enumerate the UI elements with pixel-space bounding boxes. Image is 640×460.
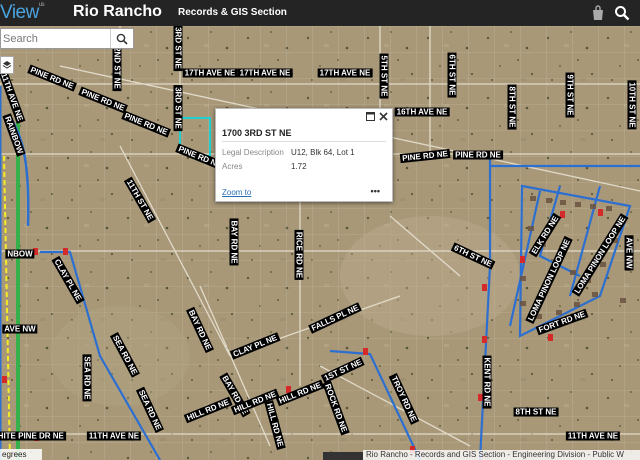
street-label: 5TH ST NE: [379, 53, 389, 99]
street-label: RICE RD NE: [294, 229, 304, 281]
street-label: 11TH AVE NE: [86, 431, 142, 441]
street-label: NBOW: [5, 249, 35, 259]
street-label: SEA RD NE: [82, 354, 92, 402]
layers-button[interactable]: [0, 56, 14, 74]
dock-icon: [366, 112, 375, 121]
field-label-acres: Acres: [222, 162, 243, 171]
app-root: 17TH AVE NE 17TH AVE NE 17TH AVE NE 16TH AV…: [0, 0, 640, 460]
popup-more-button[interactable]: •••: [371, 186, 380, 196]
popup-dock-button[interactable]: [365, 111, 376, 122]
street-label: 8TH ST NE: [507, 84, 517, 130]
street-label: 16TH AVE NE: [394, 107, 450, 117]
close-icon: [379, 112, 388, 121]
street-label: KENT RD NE: [482, 355, 492, 409]
street-label: 3RD ST NE: [173, 85, 183, 131]
search-tool-button[interactable]: [612, 3, 632, 23]
field-value-acres: 1.72: [291, 162, 307, 171]
street-label: 2ND ST NE: [112, 45, 122, 91]
bag-icon: [593, 5, 603, 20]
overview-toggle[interactable]: [323, 452, 363, 460]
search-button[interactable]: [110, 29, 133, 48]
logo-text: View: [0, 2, 39, 23]
street-label: 11TH AVE NE: [565, 431, 621, 441]
street-label: 6TH ST NE: [447, 52, 457, 98]
layers-icon: [2, 61, 12, 69]
popup-close-button[interactable]: [378, 111, 389, 122]
street-label: 9TH ST NE: [565, 72, 575, 118]
popup-title: 1700 3RD ST NE: [222, 128, 292, 138]
street-label: 3RD ST NE: [173, 25, 183, 71]
street-label: BAY RD NE: [229, 218, 239, 266]
street-label: 17TH AVE NE: [182, 68, 238, 78]
logo-sup: us: [38, 2, 45, 8]
zoom-to-link[interactable]: Zoom to: [222, 188, 251, 197]
street-label: 17TH AVE NE: [237, 68, 293, 78]
search-box: [0, 28, 134, 49]
bookmark-button[interactable]: [588, 3, 608, 23]
street-label: AVE NW: [2, 324, 38, 334]
search-input[interactable]: [1, 29, 115, 48]
scale-readout: egrees: [0, 449, 42, 460]
app-header: Viewus Rio Rancho Records & GIS Section: [0, 0, 640, 26]
popup-divider: [222, 141, 386, 142]
field-value-legal: U12, Blk 64, Lot 1: [291, 148, 355, 157]
app-subtitle: Records & GIS Section: [178, 7, 287, 18]
field-label-legal: Legal Description: [222, 148, 284, 157]
street-label: AVE NW: [624, 235, 634, 271]
map-view[interactable]: 17TH AVE NE 17TH AVE NE 17TH AVE NE 16TH AV…: [0, 0, 640, 460]
feature-popup: 1700 3RD ST NE Legal Description U12, Bl…: [215, 108, 393, 202]
search-icon: [116, 33, 128, 45]
street-label: 17TH AVE NE: [317, 68, 373, 78]
street-label: 10TH ST NE: [627, 80, 637, 130]
magnifier-icon: [615, 6, 630, 21]
app-logo[interactable]: Viewus: [0, 2, 45, 24]
street-label: WHITE PINE DR NE: [0, 431, 66, 441]
street-label: PINE RD NE: [453, 150, 503, 160]
app-title: Rio Rancho: [73, 3, 162, 20]
attribution-bar: Rio Rancho - Records and GIS Section - E…: [363, 450, 640, 460]
street-label: 8TH ST NE: [513, 407, 559, 417]
